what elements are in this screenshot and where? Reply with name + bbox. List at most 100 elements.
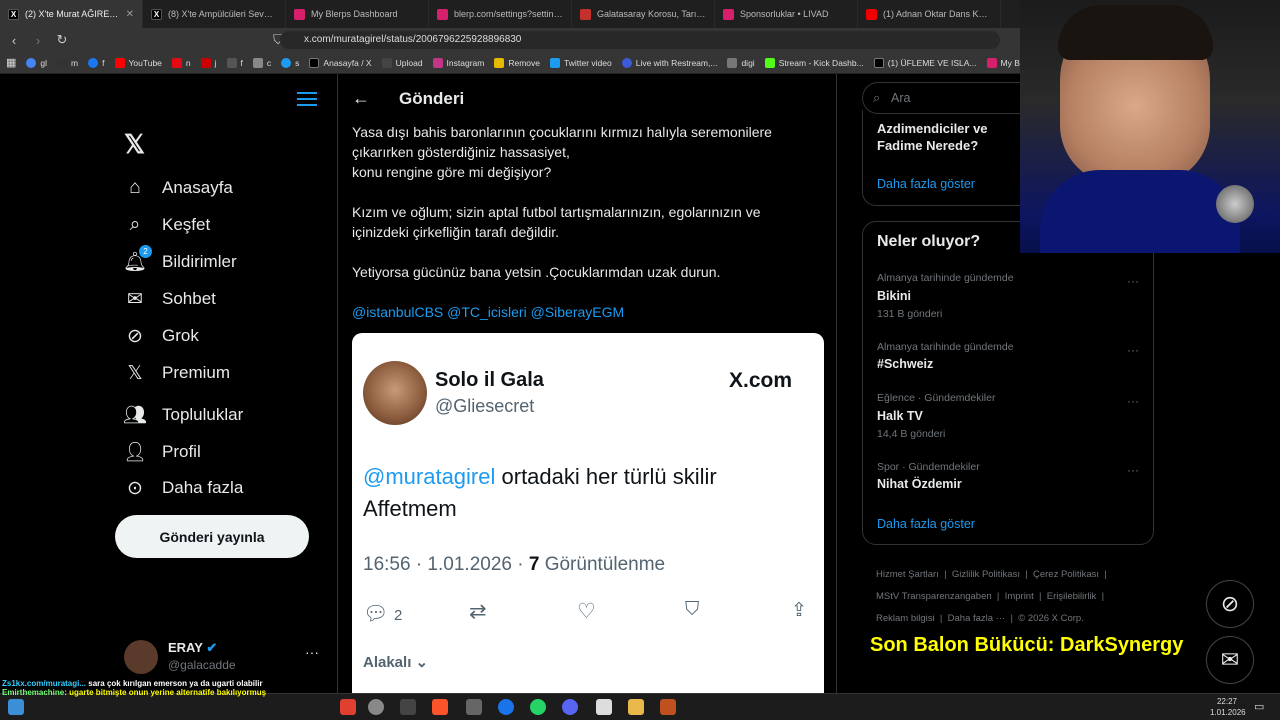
bookmark-item[interactable]: Live with Restream,... [621,57,717,68]
bookmark-item[interactable]: f [226,57,243,68]
forward-icon[interactable]: › [28,33,48,48]
bookmark-item[interactable]: j [200,57,217,68]
bookmark-item[interactable]: gl [26,57,47,68]
bookmark-item[interactable]: c [252,57,271,68]
grok-icon[interactable]: ⊘ [1206,580,1254,628]
bookmark-item[interactable]: f [88,57,105,68]
close-icon[interactable]: ✕ [126,9,134,20]
bookmark-item[interactable]: (1) ÜFLEME VE ISLA... [873,57,977,68]
more-icon[interactable]: ··· [1127,274,1139,288]
bookmark-item[interactable]: n [171,57,191,68]
browser-tab[interactable]: (1) Adnan Oktar Dans Komik [858,0,1001,28]
menu-icon[interactable] [297,92,317,106]
bookmarks-bar: ▦ gl m f YouTube n j f c s Anasayfa / X … [0,52,1020,74]
discord-icon[interactable] [562,699,578,715]
more-icon[interactable]: ··· [1127,394,1139,408]
windows-start-icon[interactable] [8,699,24,715]
url-field[interactable]: x.com/muratagirel/status/200679622592889… [280,31,1000,49]
bookmark-item[interactable]: Anasayfa / X [309,57,372,68]
browser-tab[interactable]: blerp.com/settings?settingsTyp [429,0,572,28]
bookmark-icon [226,57,237,68]
bookmark-item[interactable]: My B [986,57,1020,68]
nav-explore[interactable]: ⌕ Keşfet [124,214,211,236]
bookmark-item[interactable]: Twitter video [550,57,612,68]
notification-badge: 2 [139,245,152,258]
bookmark-item[interactable]: Remove [494,57,540,68]
back-icon[interactable]: ‹ [4,33,24,48]
twitter-video-icon [550,57,560,68]
account-menu-icon[interactable]: ··· [305,644,319,660]
streamer-hair [1058,5,1213,60]
microphone-icon [1216,185,1254,223]
bookmark-item[interactable]: digi [727,57,755,68]
chrome-icon[interactable] [498,699,514,715]
footer-links: Hizmet Şartları | Gizlilik Politikası | … [876,569,1107,624]
browser-tab[interactable]: X (2) X'te Murat AĞIREL: "İstif ✕ [0,0,143,28]
back-arrow-icon[interactable]: ← [352,88,370,109]
post-mentions[interactable]: @istanbulCBS @TC_icisleri @SiberayEGM [352,302,822,322]
avatar[interactable] [124,640,158,674]
mail-icon: ✉ [127,288,143,310]
bookmark-item[interactable]: YouTube [114,57,162,68]
url-text: x.com/muratagirel/status/200679622592889… [304,34,522,45]
post-button[interactable]: Gönderi yayınla [115,515,309,558]
chatgpt-icon[interactable] [368,699,384,715]
nav-notifications[interactable]: 🔔︎ 2 Bildirimler [123,245,237,273]
browser-tab[interactable]: Sponsorluklar • LIVAD [715,0,858,28]
browser-tab[interactable]: My Blerps Dashboard [286,0,429,28]
browser-tab[interactable]: X (8) X'te Ampülcüleri Sevmeyen [143,0,286,28]
more-icon[interactable]: ··· [1127,343,1139,357]
post-image[interactable]: Solo il Gala @Gliesecret X.com @muratagi… [352,333,824,694]
browser-tab[interactable]: Galatasaray Korosu, Tarık İster [572,0,715,28]
account-handle: @galacadde [168,658,236,672]
nav-grok[interactable]: ⊘ Grok [124,325,199,347]
trend-name[interactable]: #Schweiz [877,357,933,371]
apps-icon[interactable]: ▦ [6,56,16,69]
brave-icon[interactable] [432,699,448,715]
notification-icon[interactable]: ▭ [1254,700,1264,713]
bookmark-item[interactable]: s [281,57,299,68]
google-icon [26,57,37,68]
app-icon[interactable] [466,699,482,715]
tab-title: (1) Adnan Oktar Dans Komik [883,9,992,19]
show-more-link[interactable]: Daha fazla göster [877,177,975,191]
tab-title: blerp.com/settings?settingsTyp [454,9,563,19]
show-more-link[interactable]: Daha fazla göster [877,517,975,531]
trend-name[interactable]: Nihat Özdemir [877,477,962,491]
nav-more[interactable]: ⊙ Daha fazla [124,477,243,499]
home-icon: ⌂ [129,177,141,198]
trends-panel: Neler oluyor? Almanya tarihinde gündemde… [862,221,1154,545]
bookmark-icon [57,57,68,68]
trend-name[interactable]: Bikini [877,289,911,303]
stream-banner: Son Balon Bükücü: DarkSynergy [870,634,1184,656]
page-title: Gönderi [399,89,465,108]
bookmark-item[interactable]: Instagram [432,57,484,68]
app-icon[interactable] [400,699,416,715]
tab-title: Galatasaray Korosu, Tarık İster [597,9,706,19]
bookmark-icon [494,57,505,68]
whatsapp-icon[interactable] [530,699,546,715]
bookmark-icon [281,57,292,68]
bookmark-item[interactable]: Upload [381,57,423,68]
opera-icon[interactable] [340,699,356,715]
bookmark-item[interactable]: m [57,57,78,68]
reload-icon[interactable]: ↻ [52,32,72,48]
app-icon[interactable] [660,699,676,715]
more-icon[interactable]: ··· [1127,463,1139,477]
folder-icon[interactable] [628,699,644,715]
app-icon[interactable] [596,699,612,715]
bookmark-icon [252,57,263,68]
nav-premium[interactable]: 𝕏 Premium [124,362,230,384]
clock[interactable]: 22:27 1.01.2026 [1210,696,1246,718]
reply-icon: 💬︎ 2 [363,603,403,625]
bookmark-item[interactable]: Stream - Kick Dashb... [764,57,864,68]
bell-icon: 🔔︎ 2 [123,245,152,273]
nav-profile[interactable]: 👤︎ Profil [123,441,201,463]
x-logo-icon[interactable]: 𝕏 [124,129,145,160]
trend-name[interactable]: Halk TV [877,409,923,423]
mail-icon[interactable]: ✉ [1206,636,1254,684]
nav-home[interactable]: ⌂ Anasayfa [124,177,233,199]
nav-messages[interactable]: ✉ Sohbet [124,288,216,310]
nav-communities[interactable]: 👥︎ Topluluklar [123,404,243,426]
taskbar: 22:27 1.01.2026 ▭ [0,693,1280,720]
